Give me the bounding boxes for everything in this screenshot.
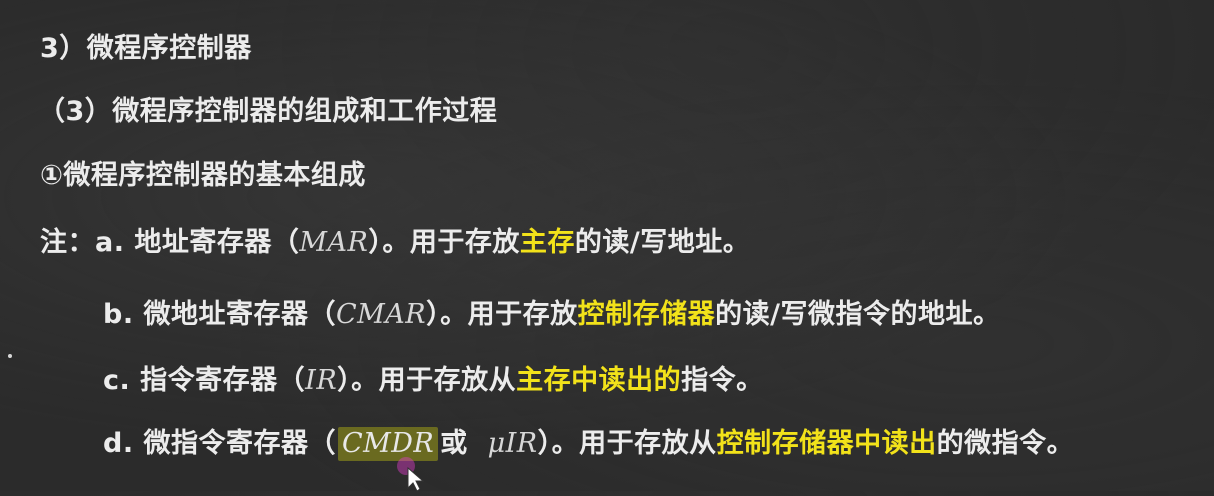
item-a-highlight: 主存 [519, 227, 575, 258]
chalk-dot [8, 354, 12, 358]
item-c-highlight: 主存中读出的 [516, 365, 682, 396]
item-c-end: 指令。 [681, 365, 764, 396]
item-a-label: a. 地址寄存器（ [95, 227, 300, 258]
item-b-mid: ）。用于存放 [426, 299, 578, 330]
note-item-c: c. 指令寄存器（IR）。用于存放从主存中读出的指令。 [103, 364, 764, 398]
item-a-mid: ）。用于存放 [368, 227, 520, 258]
item-c-mid: ）。用于存放从 [337, 365, 517, 396]
note-item-b: b. 微地址寄存器（CMAR）。用于存放控制存储器的读/写微指令的地址。 [103, 298, 1001, 332]
item-d-label: d. 微指令寄存器（ [103, 428, 336, 459]
pointer-cursor-icon [396, 456, 436, 496]
note-item-d: d. 微指令寄存器（ CMDR 或 μIR）。用于存放从控制存储器中读出的微指令。 [103, 427, 1074, 461]
item-a-end: 的读/写地址。 [574, 227, 751, 258]
item-b-end: 的读/写微指令的地址。 [715, 299, 1001, 330]
item-b-abbr: CMAR [335, 299, 427, 330]
item-b-label: b. 微地址寄存器（ [103, 299, 336, 330]
item-c-abbr: IR [305, 365, 338, 396]
heading-basic-composition: ①微程序控制器的基本组成 [40, 160, 366, 191]
item-d-highlight: 控制存储器中读出 [716, 428, 937, 459]
note-item-a: 注：a. 地址寄存器（MAR）。用于存放主存的读/写地址。 [40, 226, 750, 260]
item-d-mid: ）。用于存放从 [537, 428, 717, 459]
item-a-abbr: MAR [299, 227, 369, 258]
item-d-abbr2: μIR [487, 428, 538, 459]
heading-composition: （3）微程序控制器的组成和工作过程 [38, 96, 498, 127]
item-b-highlight: 控制存储器 [577, 299, 716, 330]
item-d-or: 或 [440, 428, 468, 459]
note-prefix: 注： [40, 227, 95, 258]
item-c-label: c. 指令寄存器（ [103, 365, 306, 396]
heading-microprogram-controller: 3）微程序控制器 [40, 33, 252, 64]
item-d-end: 的微指令。 [936, 428, 1075, 459]
